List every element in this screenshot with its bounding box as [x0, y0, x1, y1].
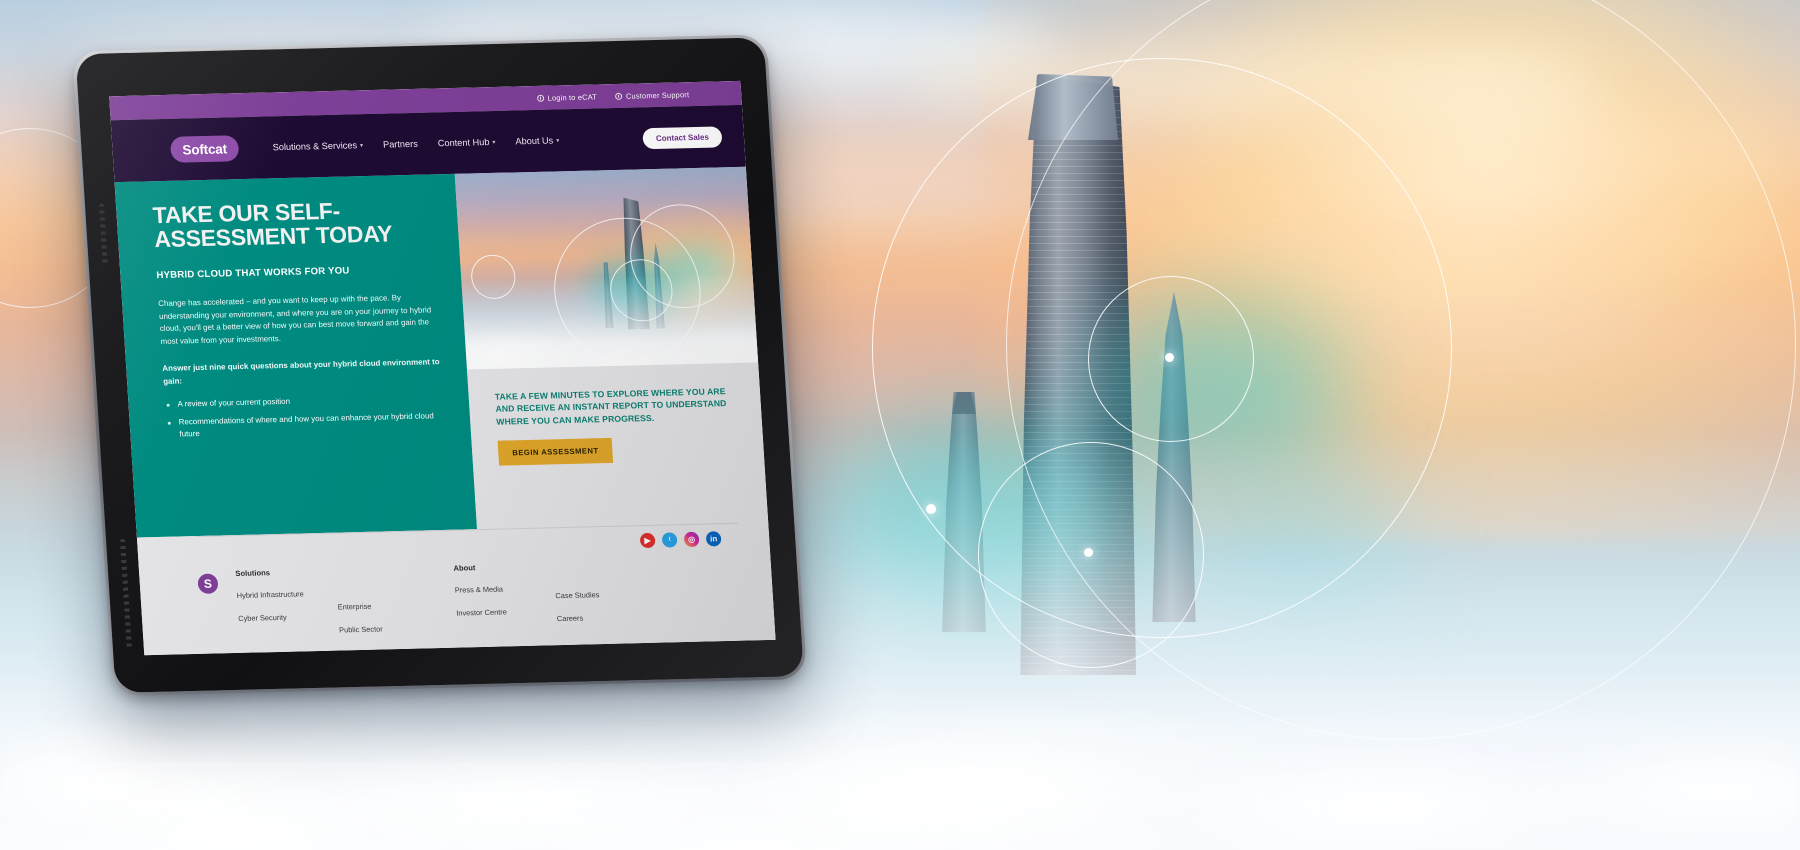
softcat-logo[interactable]: Softcat — [169, 135, 240, 163]
footer-link-investor-centre[interactable]: Investor Centre — [456, 607, 531, 617]
hero-image — [454, 166, 759, 370]
login-ecat-label: Login to eCAT — [547, 91, 598, 103]
decor-dot — [1165, 353, 1174, 362]
tablet-device: Login to eCAT Customer Support Softcat S… — [72, 34, 816, 703]
login-ecat-link[interactable]: Login to eCAT — [536, 92, 597, 102]
decor-dot — [1084, 548, 1093, 557]
footer-column-about-2: Case Studies Careers — [553, 559, 632, 643]
nav-item-solutions-services[interactable]: Solutions & Services ▾ — [272, 140, 363, 152]
tablet-screen: Login to eCAT Customer Support Softcat S… — [109, 80, 776, 656]
chevron-down-icon: ▾ — [492, 139, 496, 146]
page-title: TAKE OUR SELF-ASSESSMENT TODAY — [151, 197, 394, 253]
footer-columns: Solutions Hybrid Infrastructure Cyber Se… — [235, 559, 632, 650]
decor-dot — [926, 504, 936, 514]
nav-label: Solutions & Services — [272, 140, 358, 153]
nav-links: Solutions & Services ▾ Partners Content … — [272, 135, 559, 152]
list-item: A review of your current position — [164, 392, 447, 411]
footer-link-public-sector[interactable]: Public Sector — [339, 624, 414, 634]
speaker-grille-top — [98, 203, 108, 266]
customer-support-link[interactable]: Customer Support — [614, 89, 690, 101]
footer-column-about: About Press & Media Investor Centre — [453, 562, 532, 646]
customer-support-label: Customer Support — [625, 89, 690, 101]
speaker-grille-bottom — [119, 538, 132, 649]
youtube-icon[interactable]: ▶ — [639, 532, 656, 549]
softcat-mark-icon: S — [197, 573, 219, 594]
footer-link-enterprise[interactable]: Enterprise — [337, 601, 412, 612]
hero-subheading: HYBRID CLOUD THAT WORKS FOR YOU — [156, 265, 350, 281]
instagram-icon[interactable]: ◎ — [683, 531, 700, 548]
footer-link-cyber-security[interactable]: Cyber Security — [238, 612, 313, 623]
contact-sales-button[interactable]: Contact Sales — [642, 125, 723, 149]
nav-label: About Us — [515, 135, 554, 147]
list-item: Recommendations of where and how you can… — [165, 410, 449, 441]
footer-column-title: About — [453, 563, 476, 573]
footer-column-solutions: Solutions Hybrid Infrastructure Cyber Se… — [235, 567, 314, 651]
hero-lead-in: Answer just nine quick questions about y… — [162, 357, 440, 386]
nav-item-about-us[interactable]: About Us ▾ — [515, 135, 559, 146]
nav-item-partners[interactable]: Partners — [383, 139, 418, 150]
chevron-down-icon: ▾ — [359, 142, 364, 149]
social-links: ▶ ᵗ ◎ in — [639, 531, 722, 549]
webpage: Login to eCAT Customer Support Softcat S… — [109, 80, 776, 656]
clock-icon — [614, 92, 623, 100]
footer-column-solutions-2: Enterprise Public Sector — [335, 565, 414, 649]
hero-section: TAKE OUR SELF-ASSESSMENT TODAY HYBRID CL… — [114, 166, 769, 538]
begin-assessment-button[interactable]: BEGIN ASSESSMENT — [497, 438, 614, 467]
nav-label: Content Hub — [437, 137, 490, 149]
nav-label: Partners — [382, 138, 419, 150]
footer-link-case-studies[interactable]: Case Studies — [555, 589, 630, 600]
tablet-body: Login to eCAT Customer Support Softcat S… — [75, 37, 804, 693]
clock-icon — [536, 94, 544, 102]
cta-card: TAKE A FEW MINUTES TO EXPLORE WHERE YOU … — [467, 362, 769, 530]
footer-link-careers[interactable]: Careers — [557, 612, 632, 624]
twitter-icon[interactable]: ᵗ — [661, 532, 678, 548]
hero-paragraph: Change has accelerated – and you want to… — [157, 292, 432, 347]
footer-column-title: Solutions — [235, 568, 271, 579]
site-footer: ▶ ᵗ ◎ in S Solutions Hybrid Infrastructu… — [136, 522, 776, 656]
cta-text: TAKE A FEW MINUTES TO EXPLORE WHERE YOU … — [494, 386, 727, 427]
footer-link-press-media[interactable]: Press & Media — [455, 584, 530, 595]
linkedin-icon[interactable]: in — [705, 531, 722, 547]
hero-benefit-list: A review of your current position Recomm… — [164, 392, 449, 441]
chevron-down-icon: ▾ — [556, 137, 560, 144]
hero-text-panel: TAKE OUR SELF-ASSESSMENT TODAY HYBRID CL… — [114, 173, 478, 538]
hero-right-column: TAKE A FEW MINUTES TO EXPLORE WHERE YOU … — [454, 166, 769, 530]
nav-item-content-hub[interactable]: Content Hub ▾ — [437, 137, 495, 148]
footer-link-hybrid-infrastructure[interactable]: Hybrid Infrastructure — [236, 589, 311, 600]
